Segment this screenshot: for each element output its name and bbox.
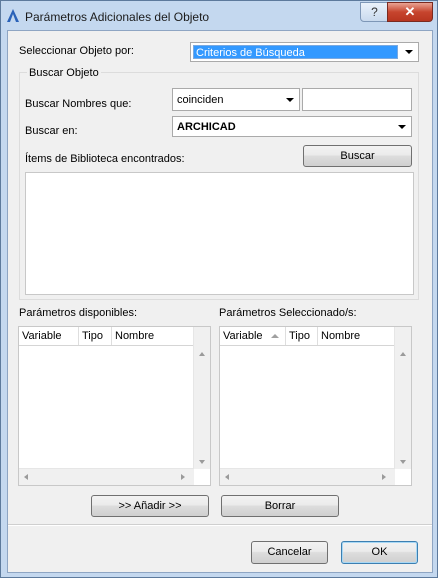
select-object-dropdown[interactable]: Criterios de Búsqueda <box>190 42 419 62</box>
search-in-label: Buscar en: <box>25 125 78 137</box>
vertical-scrollbar[interactable] <box>193 327 210 469</box>
scroll-left-icon[interactable] <box>24 474 28 480</box>
available-params-header: Variable Tipo Nombre <box>19 327 194 346</box>
scroll-right-icon[interactable] <box>181 474 185 480</box>
search-names-label: Buscar Nombres que: <box>25 98 132 110</box>
column-header-type[interactable]: Tipo <box>79 327 112 345</box>
ok-button[interactable]: OK <box>341 541 418 564</box>
horizontal-scrollbar[interactable] <box>220 468 395 485</box>
column-header-variable[interactable]: Variable <box>19 327 79 345</box>
scroll-right-icon[interactable] <box>382 474 386 480</box>
search-button[interactable]: Buscar <box>303 145 412 167</box>
select-object-label: Seleccionar Objeto por: <box>19 45 134 57</box>
match-mode-value: coinciden <box>177 94 224 106</box>
divider <box>8 524 432 526</box>
found-items-label: Ítems de Biblioteca encontrados: <box>25 153 185 165</box>
sort-ascending-icon <box>271 334 279 338</box>
scroll-up-icon[interactable] <box>400 352 406 356</box>
search-group-title: Buscar Objeto <box>27 67 101 79</box>
selected-params-label: Parámetros Seleccionado/s: <box>219 307 357 319</box>
scroll-left-icon[interactable] <box>225 474 229 480</box>
available-params-table[interactable]: Variable Tipo Nombre <box>18 326 211 486</box>
search-in-value: ARCHICAD <box>177 121 236 133</box>
scroll-down-icon[interactable] <box>400 460 406 464</box>
window-title: Parámetros Adicionales del Objeto <box>25 10 210 24</box>
column-header-variable[interactable]: Variable <box>220 327 286 345</box>
match-mode-dropdown[interactable]: coinciden <box>172 88 300 111</box>
column-header-name[interactable]: Nombre <box>112 327 196 345</box>
clear-parameters-button[interactable]: Borrar <box>221 495 339 517</box>
chevron-down-icon <box>286 98 294 102</box>
chevron-down-icon <box>405 50 413 54</box>
selected-params-table[interactable]: Variable Tipo Nombre <box>219 326 412 486</box>
horizontal-scrollbar[interactable] <box>19 468 194 485</box>
select-object-value: Criterios de Búsqueda <box>193 45 398 59</box>
select-object-text: Criterios de Búsqueda <box>196 47 305 59</box>
available-params-label: Parámetros disponibles: <box>19 307 138 319</box>
chevron-down-icon <box>398 125 406 129</box>
vertical-scrollbar[interactable] <box>394 327 411 469</box>
name-search-input[interactable] <box>302 88 412 111</box>
search-in-dropdown[interactable]: ARCHICAD <box>172 116 412 137</box>
help-button[interactable]: ? <box>360 2 389 22</box>
dialog-window: Parámetros Adicionales del Objeto ? ✕ Se… <box>0 0 438 578</box>
found-items-list[interactable] <box>25 172 414 295</box>
column-header-name[interactable]: Nombre <box>318 327 397 345</box>
column-variable-text: Variable <box>223 330 263 342</box>
close-button[interactable]: ✕ <box>387 2 433 22</box>
add-parameters-button[interactable]: >> Añadir >> <box>91 495 209 517</box>
cancel-button[interactable]: Cancelar <box>251 541 328 564</box>
scroll-down-icon[interactable] <box>199 460 205 464</box>
archicad-logo-icon <box>7 9 19 22</box>
title-bar[interactable]: Parámetros Adicionales del Objeto ? ✕ <box>1 1 437 31</box>
scroll-up-icon[interactable] <box>199 352 205 356</box>
dialog-body: Seleccionar Objeto por: Criterios de Bús… <box>7 30 433 573</box>
column-header-type[interactable]: Tipo <box>286 327 318 345</box>
selected-params-header: Variable Tipo Nombre <box>220 327 395 346</box>
